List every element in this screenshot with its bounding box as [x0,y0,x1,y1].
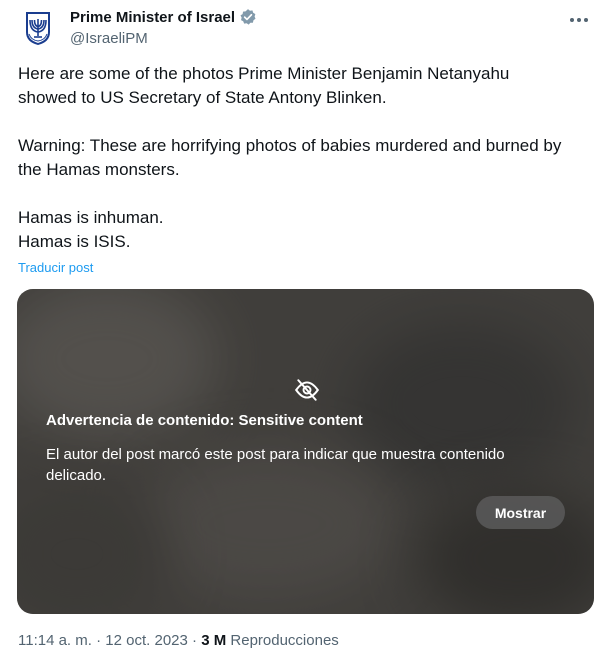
tweet-line: Here are some of the photos Prime Minist… [18,64,510,83]
avatar[interactable] [18,8,58,48]
tweet-header: Prime Minister of Israel @IsraeliPM [18,6,596,50]
tweet-line: Warning: These are horrifying photos of … [18,136,562,155]
post-time-link[interactable]: 11:14 a. m. [18,632,92,649]
tweet-line: showed to US Secretary of State Antony B… [18,88,387,107]
more-options-icon[interactable] [566,10,592,30]
author-name-row[interactable]: Prime Minister of Israel [70,8,257,26]
content-warning-title: Advertencia de contenido: Sensitive cont… [46,412,363,429]
content-warning-line: delicado. [46,467,107,484]
meta-separator: · [192,632,198,649]
tweet-line: Hamas is ISIS. [18,232,131,251]
content-warning-description: El autor del post marcó este post para i… [46,444,546,486]
views-label: Reproducciones [230,632,339,649]
translate-post-link[interactable]: Traducir post [18,260,93,275]
tweet-line: Hamas is inhuman. [18,208,164,227]
content-warning-line: El autor del post marcó este post para i… [46,446,505,463]
author-display-name[interactable]: Prime Minister of Israel [70,9,235,26]
show-media-button[interactable]: Mostrar [476,496,565,529]
post-date-link[interactable]: 12 oct. 2023 [105,632,188,649]
sensitive-media-container[interactable]: Advertencia de contenido: Sensitive cont… [17,289,594,614]
meta-separator: · [96,632,102,649]
verified-badge-icon[interactable] [239,8,257,26]
author-handle[interactable]: @IsraeliPM [70,30,148,47]
views-count: 3 M [201,632,227,649]
tweet-line: the Hamas monsters. [18,160,180,179]
menorah-emblem-icon [26,12,50,45]
eye-slash-icon [294,379,320,401]
tweet-text: Here are some of the photos Prime Minist… [18,62,598,254]
tweet-meta: 11:14 a. m. · 12 oct. 2023 · 3 M Reprodu… [18,632,339,649]
